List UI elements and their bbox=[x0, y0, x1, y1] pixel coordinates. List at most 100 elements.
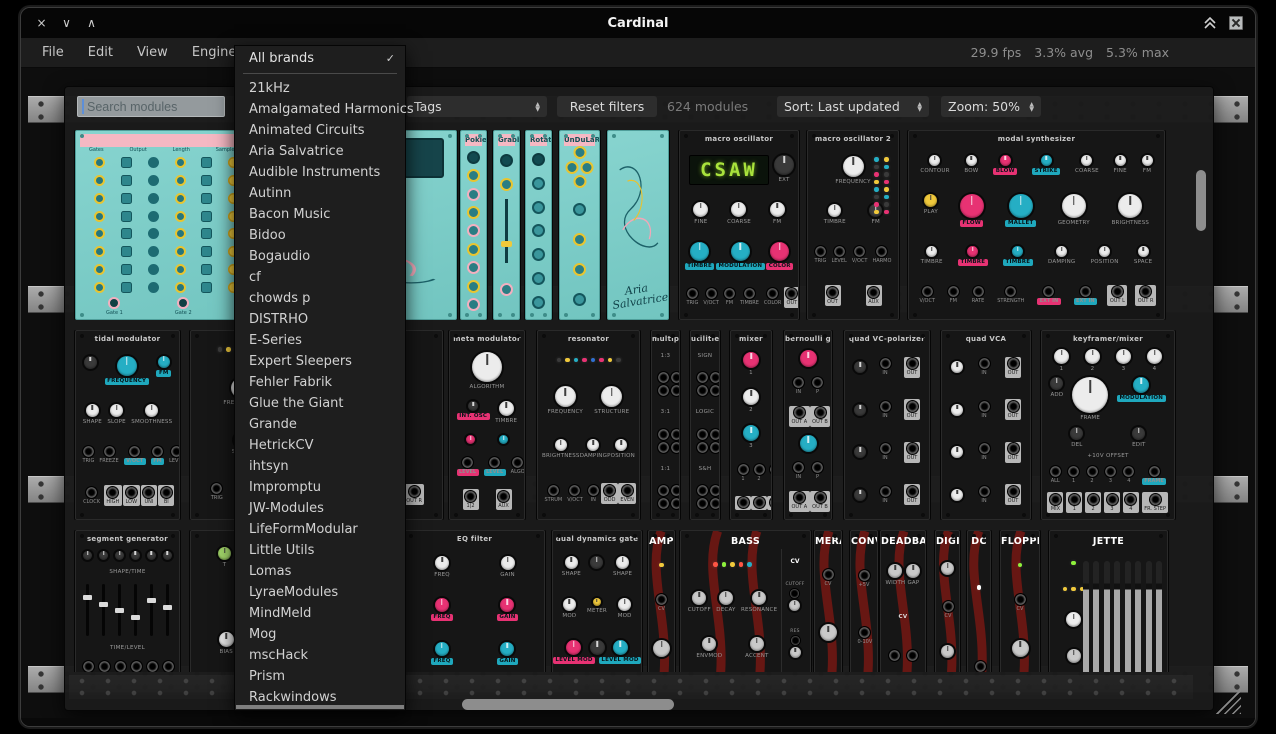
jack bbox=[790, 589, 799, 598]
jack-group: V/OCT bbox=[917, 285, 938, 306]
jack bbox=[880, 486, 891, 497]
module-resonator[interactable]: resonatorFREQUENCYSTRUCTUREBRIGHTNESSDAM… bbox=[537, 330, 640, 520]
brand-menu-item[interactable]: Bacon Music bbox=[235, 204, 405, 225]
module-pokies[interactable]: Pokies bbox=[460, 130, 487, 320]
brand-menu-item[interactable]: Amalgamated Harmonics bbox=[235, 99, 405, 120]
slider bbox=[150, 584, 153, 636]
brand-menu-item[interactable]: MindMeld bbox=[235, 603, 405, 624]
module-jette[interactable]: JETTEIN/OCT bbox=[1049, 530, 1168, 672]
minimize-window-icon[interactable]: ∨ bbox=[60, 16, 73, 30]
menu-item-engine[interactable]: Engine bbox=[188, 43, 241, 62]
module-conv[interactable]: CONV+5V0-10V bbox=[850, 530, 878, 672]
jack-grid bbox=[695, 372, 715, 396]
brand-menu-item[interactable]: DISTRHO bbox=[235, 309, 405, 330]
menu-scroll-indicator[interactable] bbox=[236, 705, 404, 709]
jack-label: CV bbox=[825, 581, 832, 587]
chevron-double-up-icon[interactable] bbox=[1203, 17, 1217, 29]
jack-label: 2 bbox=[1090, 478, 1093, 484]
vertical-scrollbar-thumb[interactable] bbox=[1196, 170, 1206, 231]
module-flopper[interactable]: FLOPPERCVININ bbox=[1000, 530, 1040, 672]
brand-menu-item[interactable]: chowds p bbox=[235, 288, 405, 309]
module-grabby[interactable]: Grabby bbox=[493, 130, 520, 320]
jack-label: 4 bbox=[1127, 478, 1130, 484]
led bbox=[874, 202, 879, 207]
module-multiples[interactable]: multiples1:33:11:1 bbox=[651, 330, 680, 520]
brand-menu-item[interactable]: LyraeModules bbox=[235, 582, 405, 603]
menu-item-file[interactable]: File bbox=[38, 43, 68, 62]
knob-group bbox=[951, 361, 963, 373]
jack-label: TRIG bbox=[815, 258, 827, 264]
brand-menu-item-all-brands[interactable]: All brands ✓ bbox=[235, 46, 405, 70]
brand-menu-item[interactable]: cf bbox=[235, 267, 405, 288]
module-bernoulli-gate[interactable]: bernoulli gateINPOUT AOUT BINPOUT AOUT B bbox=[784, 330, 832, 520]
brand-menu-item[interactable]: mscHack bbox=[235, 645, 405, 666]
jack bbox=[489, 457, 500, 468]
brand-menu-item[interactable]: Glue the Giant bbox=[235, 393, 405, 414]
module-macro-oscillator[interactable]: macro oscillatorCSAWEXTFINECOARSEFMTIMBR… bbox=[679, 130, 799, 320]
brand-menu-item[interactable]: Little Utils bbox=[235, 540, 405, 561]
knob-group: CONTOUR bbox=[920, 155, 949, 174]
brand-menu-item[interactable]: Lomas bbox=[235, 561, 405, 582]
brand-menu-item[interactable]: E-Series bbox=[235, 330, 405, 351]
jack-group: IN bbox=[585, 483, 601, 504]
brand-menu-item[interactable]: Bidoo bbox=[235, 225, 405, 246]
module-quad-vc-polarizer[interactable]: quad VC-polarizerINOUTINOUTINOUTINOUT bbox=[844, 330, 930, 520]
module-dual-dynamics-gate[interactable]: dual dynamics gateSHAPESHAPEMODMETERMODL… bbox=[552, 530, 642, 672]
menu-item-edit[interactable]: Edit bbox=[84, 43, 117, 62]
horizontal-scrollbar-thumb[interactable] bbox=[462, 699, 674, 710]
jack-label: 4 bbox=[1129, 506, 1132, 512]
close-window-icon[interactable]: × bbox=[35, 16, 48, 30]
module-digi[interactable]: DIGICVANALOG bbox=[935, 530, 960, 672]
module-deadband[interactable]: DEADBANDWIDTHGAPCV bbox=[880, 530, 926, 672]
module-tidal-modulator[interactable]: tidal modulatorFREQUENCYFMSHAPESLOPESMOO… bbox=[75, 330, 180, 520]
brand-menu-item[interactable]: Animated Circuits bbox=[235, 120, 405, 141]
io-row: INOUT bbox=[849, 357, 925, 378]
brand-menu-item[interactable]: Bogaudio bbox=[235, 246, 405, 267]
module-meta-modulator[interactable]: meta modulatorALGORITHMINT. OSCTIMBRELEV… bbox=[449, 330, 525, 520]
module-dc[interactable]: DCIN bbox=[967, 530, 991, 672]
module-rotatoes[interactable]: Rotatoes bbox=[525, 130, 552, 320]
module-eq-filter[interactable]: EQ filterFREQGAINFREQGAINFREQGAINHPBPLP bbox=[404, 530, 545, 672]
module-quad-vca[interactable]: quad VCAINOUTINOUTINOUTINOUT bbox=[941, 330, 1031, 520]
brand-menu-item[interactable]: Audible Instruments bbox=[235, 162, 405, 183]
maximize-window-icon[interactable]: ∧ bbox=[85, 16, 98, 30]
brand-menu-item[interactable]: Mog bbox=[235, 624, 405, 645]
brand-menu-item[interactable]: Expert Sleepers bbox=[235, 351, 405, 372]
module-keyframer-mixer[interactable]: keyframer/mixer1234ADDFRAMEMODULATIONDEL… bbox=[1041, 330, 1175, 520]
brand-menu-item[interactable]: Prism bbox=[235, 666, 405, 687]
brand-menu-item[interactable]: Grande bbox=[235, 414, 405, 435]
module-amp[interactable]: AMPCVIN bbox=[648, 530, 675, 672]
brand-menu-item[interactable]: LifeFormModular bbox=[235, 519, 405, 540]
panel-band: Rotatoes bbox=[530, 134, 547, 146]
brand-menu-item[interactable]: Impromptu bbox=[235, 477, 405, 498]
knob bbox=[1132, 427, 1145, 440]
module-mixer[interactable]: mixer123123 bbox=[730, 330, 772, 520]
brand-menu-item[interactable]: Autinn bbox=[235, 183, 405, 204]
jack-group: CUTOFF bbox=[785, 582, 804, 611]
brand-menu-item[interactable]: ihtsyn bbox=[235, 456, 405, 477]
brand-menu-item[interactable]: Fehler Fabrik bbox=[235, 372, 405, 393]
brand-menu-item[interactable]: HetrickCV bbox=[235, 435, 405, 456]
module-modal-synthesizer[interactable]: modal synthesizerCONTOURBOWBLOWSTRIKECOA… bbox=[908, 130, 1165, 320]
brand-menu-item[interactable]: Aria Salvatrice bbox=[235, 141, 405, 162]
jack bbox=[671, 385, 680, 396]
led bbox=[730, 562, 735, 567]
menu-item-view[interactable]: View bbox=[133, 43, 172, 62]
module-undular[interactable]: UnDuLaR bbox=[559, 130, 600, 320]
jack-group: IN bbox=[976, 357, 992, 378]
knob-group: METER bbox=[587, 598, 607, 614]
knob-group bbox=[591, 640, 603, 655]
module-macro-oscillator-2[interactable]: macro oscillator 2FREQUENCYTIMBREFMTRIGL… bbox=[807, 130, 899, 320]
jack-group: LEVEL bbox=[481, 456, 508, 478]
module-bass[interactable]: BASSCUTOFFDECAYRESONANCEENVMODACCENTACCE… bbox=[680, 530, 811, 672]
module-untitled[interactable]: Aria Salvatrice bbox=[607, 130, 669, 320]
module-segment-generator[interactable]: segment generatorSHAPE/TIMETIME/LEVELGAT… bbox=[75, 530, 180, 672]
brand-menu-item[interactable]: JW-Modules bbox=[235, 498, 405, 519]
knob bbox=[1099, 246, 1110, 257]
jack-label: OUT bbox=[907, 455, 918, 461]
module-mera[interactable]: MERACVPRE bbox=[814, 530, 842, 672]
module-utilities[interactable]: utilitiesSIGNLOGICS&H bbox=[690, 330, 720, 520]
knob-group: TIMBRE bbox=[1003, 246, 1033, 266]
brand-menu-item[interactable]: 21kHz bbox=[235, 78, 405, 99]
jack-group: ALGO bbox=[508, 456, 525, 477]
